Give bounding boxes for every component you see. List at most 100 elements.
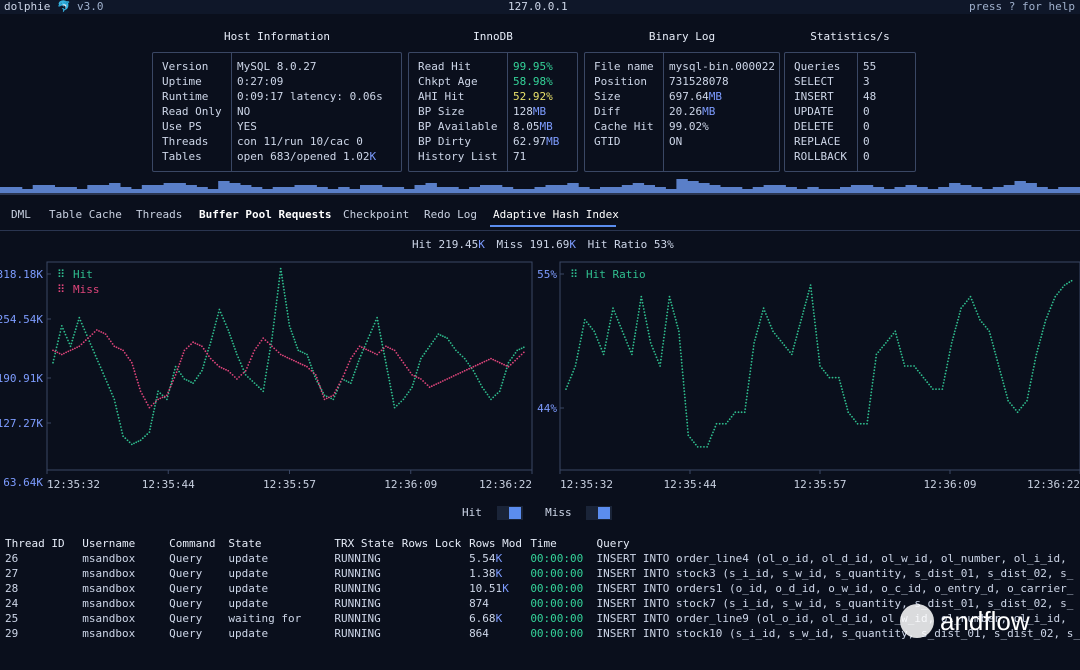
data-point [507,365,510,368]
stat-value: MySQL 8.0.27 [237,59,316,74]
data-point [805,301,807,304]
data-point [945,369,947,372]
stat-value: open 683/opened 1.02K [237,149,376,164]
tab-table-cache[interactable]: Table Cache [49,208,122,221]
data-point [419,360,421,363]
tab-threads[interactable]: Threads [136,208,182,221]
data-point [206,352,209,355]
data-point [338,383,340,386]
column-header[interactable]: State [228,536,334,551]
data-point [277,286,280,289]
legend-hit-label: Hit [462,506,482,519]
data-point [319,387,322,390]
data-point [265,368,268,371]
column-header[interactable]: Command [169,536,228,551]
chart-legend-entry: ⠿ Hit [57,268,93,281]
data-point [708,440,711,442]
series-hit [52,267,525,446]
column-header[interactable]: TRX State [334,536,401,551]
data-point [231,374,234,376]
stat-value-text: 0 [863,120,870,133]
table-row[interactable]: 27 msandbox Query update RUNNING 1.38K 00:00:0… [5,566,1080,581]
data-point [973,304,975,307]
data-point [255,384,258,386]
data-point [364,343,367,345]
data-point [867,416,869,419]
column-header[interactable]: Username [82,536,169,551]
data-point [910,365,912,367]
data-point [839,382,842,385]
data-point [145,401,148,404]
stat-value: ON [669,134,682,149]
stat-key: Uptime [162,75,202,88]
data-point [251,355,253,358]
data-point [213,326,216,329]
stat-value-text: 52.92% [513,90,553,103]
data-point [758,324,760,327]
stat-value: 71 [513,149,526,164]
data-point [793,344,795,347]
column-header[interactable]: Rows Mod [469,536,530,551]
column-header[interactable]: Thread ID [5,536,82,551]
cell-id: 25 [5,612,19,625]
data-point [199,372,202,375]
sparkline-bar [316,187,328,193]
tab-buffer-pool-requests[interactable]: Buffer Pool Requests [199,208,331,221]
data-point [655,356,658,359]
data-point [270,340,273,343]
data-point [769,324,772,327]
sparkline-bar [938,187,950,193]
data-point [814,324,817,327]
data-point [275,349,278,352]
table-row[interactable]: 28 msandbox Query update RUNNING 10.51K 00:00:… [5,581,1080,596]
rows-mod-value: 6.68 [469,612,496,625]
y-tick-label: 190.91K [0,372,43,385]
data-point [745,398,748,401]
data-point [384,358,387,361]
data-point [969,295,972,298]
sparkline-bar [480,185,492,193]
data-point [118,420,121,422]
data-point [187,345,190,348]
data-point [649,342,652,344]
table-row[interactable]: 26 msandbox Query update RUNNING 5.54K 00:00:0… [5,551,1080,566]
data-point [1068,281,1071,284]
data-point [659,361,662,364]
data-point [984,325,987,328]
data-point [358,357,361,360]
stat-key: AHI Hit [418,90,465,103]
summary-miss-label: Miss [496,238,524,251]
data-point [609,319,612,322]
data-point [432,340,435,343]
legend-hit-toggle[interactable] [496,506,523,520]
data-point [178,370,181,373]
data-point [377,325,380,328]
host-information-row: Use PS YES [153,119,401,134]
tab-dml[interactable]: DML [11,208,31,221]
data-point [520,347,523,350]
data-point [459,372,462,374]
data-point [286,309,289,312]
data-point [268,343,271,346]
data-point [88,340,91,342]
tab-checkpoint[interactable]: Checkpoint [343,208,409,221]
data-point [71,339,74,342]
stat-value-text: 697.64 [669,90,709,103]
data-point [632,341,635,344]
stat-key: ROLLBACK [794,150,847,163]
host-information-row: Threads con 11/run 10/cac 0 [153,134,401,149]
legend-miss-toggle[interactable] [586,506,613,520]
column-header[interactable]: Query [597,536,1080,551]
column-header[interactable]: Time [530,536,596,551]
data-point [1026,396,1029,399]
column-header[interactable]: Rows Lock [402,536,469,551]
data-point [149,425,152,428]
tab-redo-log[interactable]: Redo Log [424,208,477,221]
stat-value: con 11/run 10/cac 0 [237,134,363,149]
data-point [444,336,446,338]
data-point [947,360,949,363]
x-tick-label: 12:35:44 [664,478,717,491]
series-miss [52,329,525,409]
data-point [844,399,846,402]
tab-adaptive-hash-index[interactable]: Adaptive Hash Index [493,208,619,221]
